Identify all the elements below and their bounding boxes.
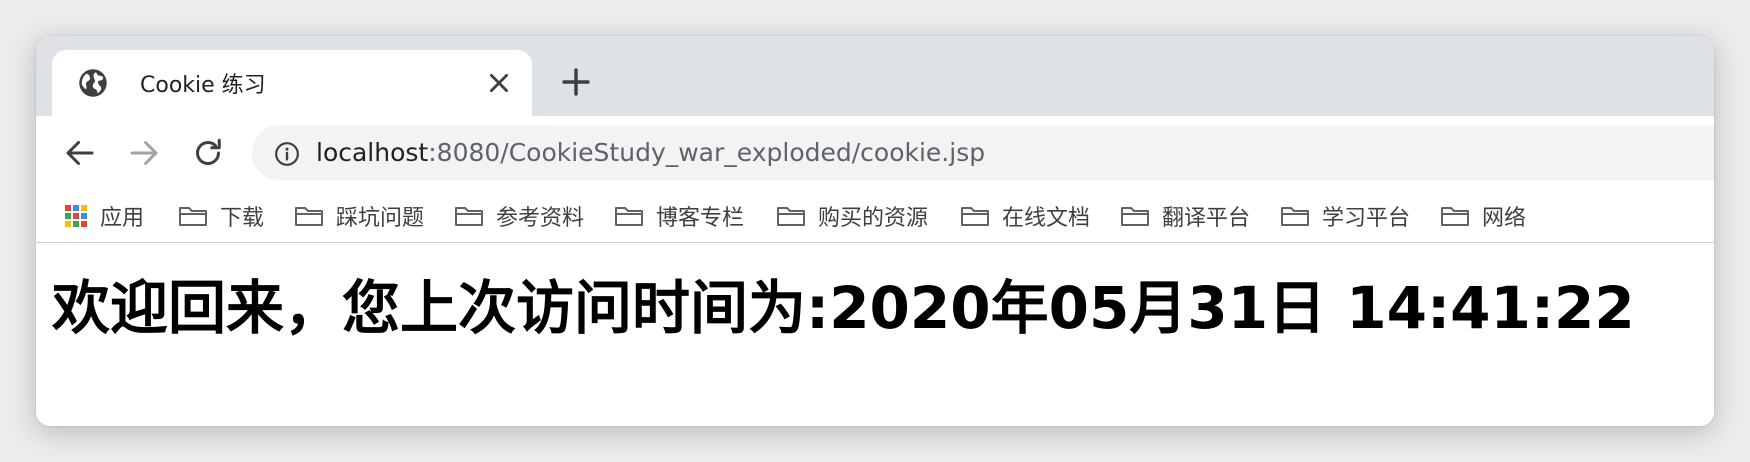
folder-icon bbox=[1441, 207, 1469, 226]
tab-strip: Cookie 练习 bbox=[36, 36, 1714, 116]
browser-window: Cookie 练习 localhost:8080/CookieStudy_war… bbox=[36, 36, 1714, 426]
bookmark-folder[interactable]: 在线文档 bbox=[960, 190, 1090, 242]
folder-icon bbox=[179, 207, 207, 226]
toolbar: localhost:8080/CookieStudy_war_exploded/… bbox=[36, 116, 1714, 190]
bookmark-folder[interactable]: 学习平台 bbox=[1280, 190, 1410, 242]
bookmark-folder[interactable]: 翻译平台 bbox=[1120, 190, 1250, 242]
bookmark-label: 在线文档 bbox=[1002, 206, 1091, 231]
bookmark-label: 应用 bbox=[100, 206, 145, 231]
bookmark-label: 学习平台 bbox=[1322, 206, 1411, 231]
bookmark-folder[interactable]: 下载 bbox=[178, 190, 264, 242]
forward-arrow-icon[interactable] bbox=[126, 135, 162, 171]
bookmark-apps[interactable]: 应用 bbox=[64, 190, 144, 242]
close-icon[interactable] bbox=[486, 70, 512, 96]
back-arrow-icon[interactable] bbox=[62, 135, 98, 171]
bookmark-label: 参考资料 bbox=[496, 206, 585, 231]
folder-icon bbox=[615, 207, 643, 226]
bookmark-label: 翻译平台 bbox=[1162, 206, 1251, 231]
bookmark-label: 网络 bbox=[1482, 206, 1527, 231]
bookmark-folder[interactable]: 博客专栏 bbox=[614, 190, 744, 242]
apps-grid-icon bbox=[65, 205, 87, 227]
folder-icon bbox=[1281, 207, 1309, 226]
bookmark-label: 踩坑问题 bbox=[336, 206, 425, 231]
page-content: 欢迎回来，您上次访问时间为:2020年05月31日 14:41:22 bbox=[36, 243, 1714, 426]
url-host: localhost bbox=[316, 138, 429, 167]
folder-icon bbox=[295, 207, 323, 226]
folder-icon bbox=[961, 207, 989, 226]
bookmark-folder[interactable]: 网络 bbox=[1440, 190, 1526, 242]
tab-active[interactable]: Cookie 练习 bbox=[52, 50, 532, 116]
new-tab-button[interactable] bbox=[560, 66, 592, 98]
bookmark-label: 博客专栏 bbox=[656, 206, 745, 231]
reload-icon[interactable] bbox=[190, 135, 226, 171]
bookmark-label: 下载 bbox=[220, 206, 265, 231]
url-path: :8080/CookieStudy_war_exploded/cookie.js… bbox=[428, 138, 986, 167]
bookmarks-bar: 应用 下载 踩坑问题 参考资料 博客专栏 购买的资源 在线文档 翻译平台 学习平… bbox=[36, 190, 1714, 243]
bookmark-folder[interactable]: 参考资料 bbox=[454, 190, 584, 242]
address-bar[interactable]: localhost:8080/CookieStudy_war_exploded/… bbox=[252, 125, 1714, 181]
bookmark-label: 购买的资源 bbox=[818, 206, 929, 231]
folder-icon bbox=[455, 207, 483, 226]
bookmark-folder[interactable]: 踩坑问题 bbox=[294, 190, 424, 242]
info-icon[interactable] bbox=[274, 141, 300, 167]
folder-icon bbox=[777, 207, 805, 226]
url-text[interactable]: localhost:8080/CookieStudy_war_exploded/… bbox=[316, 138, 985, 167]
page-heading: 欢迎回来，您上次访问时间为:2020年05月31日 14:41:22 bbox=[52, 274, 1635, 342]
bookmark-folder[interactable]: 购买的资源 bbox=[776, 190, 928, 242]
tab-title: Cookie 练习 bbox=[140, 73, 266, 98]
globe-icon bbox=[79, 69, 107, 97]
folder-icon bbox=[1121, 207, 1149, 226]
